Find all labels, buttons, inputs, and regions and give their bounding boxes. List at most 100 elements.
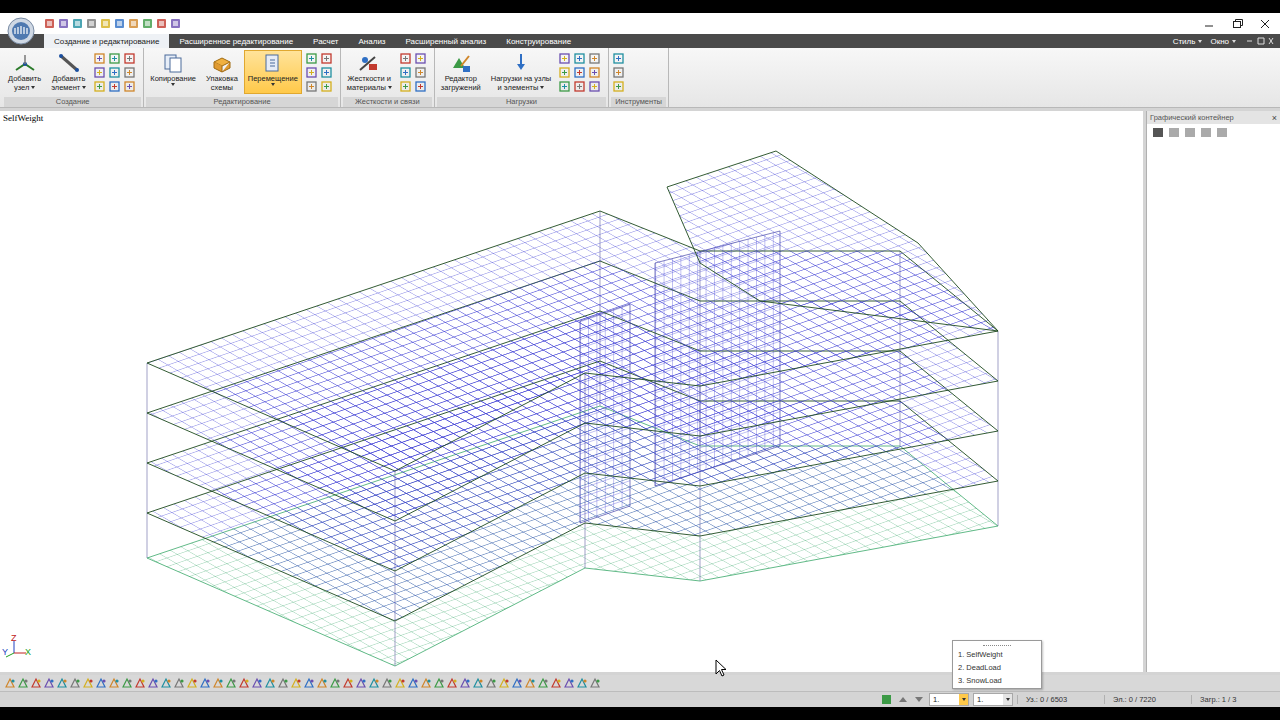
ribbon-tab[interactable]: Анализ xyxy=(349,34,396,48)
view-tool-icon[interactable] xyxy=(147,677,160,689)
load-case-item[interactable]: 2. DeadLoad xyxy=(953,661,1041,674)
view-tool-icon[interactable] xyxy=(394,677,407,689)
structural-model[interactable]: ZYX xyxy=(0,111,1143,672)
quick-action-icon[interactable] xyxy=(100,18,111,29)
view-tool-icon[interactable] xyxy=(316,677,329,689)
tool-icon[interactable] xyxy=(109,67,122,78)
quick-action-icon[interactable] xyxy=(72,18,83,29)
view-tool-icon[interactable] xyxy=(95,677,108,689)
view-tool-icon[interactable] xyxy=(82,677,95,689)
view-tool-icon[interactable] xyxy=(342,677,355,689)
tool-icon[interactable] xyxy=(321,67,334,78)
container-tool-icon[interactable] xyxy=(1184,127,1197,138)
restore-icon[interactable] xyxy=(1230,18,1244,30)
quick-action-icon[interactable] xyxy=(86,18,97,29)
close-button[interactable]: × xyxy=(1272,113,1277,123)
view-tool-icon[interactable] xyxy=(238,677,251,689)
view-tool-icon[interactable] xyxy=(550,677,563,689)
view-tool-icon[interactable] xyxy=(329,677,342,689)
view-tool-icon[interactable] xyxy=(186,677,199,689)
view-tool-icon[interactable] xyxy=(4,677,17,689)
tool-icon[interactable] xyxy=(124,81,137,92)
tool-icon[interactable] xyxy=(306,53,319,64)
ribbon-button[interactable]: Копирование xyxy=(146,50,200,94)
ribbon-button[interactable]: Редакторзагружений xyxy=(437,50,485,94)
load-case-item[interactable]: 3. SnowLoad xyxy=(953,674,1041,687)
tool-icon[interactable] xyxy=(613,67,626,78)
view-tool-icon[interactable] xyxy=(485,677,498,689)
view-tool-icon[interactable] xyxy=(446,677,459,689)
view-tool-icon[interactable] xyxy=(498,677,511,689)
style-menu[interactable]: Стиль xyxy=(1173,37,1203,46)
view-tool-icon[interactable] xyxy=(576,677,589,689)
view-tool-icon[interactable] xyxy=(563,677,576,689)
tool-icon[interactable] xyxy=(400,53,413,64)
quick-action-icon[interactable] xyxy=(156,18,167,29)
tool-icon[interactable] xyxy=(109,53,122,64)
container-tool-icon[interactable] xyxy=(1200,127,1213,138)
view-tool-icon[interactable] xyxy=(420,677,433,689)
view-tool-icon[interactable] xyxy=(212,677,225,689)
tool-icon[interactable] xyxy=(109,81,122,92)
tool-icon[interactable] xyxy=(415,67,428,78)
view-tool-icon[interactable] xyxy=(173,677,186,689)
ribbon-button[interactable]: Упаковкасхемы xyxy=(202,50,242,94)
quick-action-icon[interactable] xyxy=(114,18,125,29)
tool-icon[interactable] xyxy=(589,67,602,78)
roof-slab[interactable] xyxy=(667,151,998,331)
quick-action-icon[interactable] xyxy=(142,18,153,29)
tool-icon[interactable] xyxy=(94,81,107,92)
ribbon-button[interactable]: Нагрузки на узлыи элементы xyxy=(487,50,555,94)
tool-icon[interactable] xyxy=(306,81,319,92)
view-tool-icon[interactable] xyxy=(43,677,56,689)
view-tool-icon[interactable] xyxy=(134,677,147,689)
view-tool-icon[interactable] xyxy=(251,677,264,689)
up-icon[interactable] xyxy=(897,694,909,705)
tool-icon[interactable] xyxy=(574,53,587,64)
view-tool-icon[interactable] xyxy=(407,677,420,689)
ribbon-tab[interactable]: Расчет xyxy=(303,34,348,48)
view-tool-icon[interactable] xyxy=(355,677,368,689)
view-tool-icon[interactable] xyxy=(524,677,537,689)
load-case-combo[interactable]: 1. xyxy=(929,693,969,706)
down-icon[interactable] xyxy=(913,694,925,705)
menu-grip[interactable] xyxy=(983,641,1011,646)
view-tool-icon[interactable] xyxy=(381,677,394,689)
ribbon-tab[interactable]: Расширенный анализ xyxy=(396,34,497,48)
tool-icon[interactable] xyxy=(559,81,572,92)
app-logo-icon[interactable] xyxy=(6,16,36,46)
tool-icon[interactable] xyxy=(559,53,572,64)
view-tool-icon[interactable] xyxy=(589,677,602,689)
style-menu[interactable]: Окно xyxy=(1210,37,1236,46)
tool-icon[interactable] xyxy=(613,53,626,64)
view-tool-icon[interactable] xyxy=(290,677,303,689)
view-tool-icon[interactable] xyxy=(433,677,446,689)
load-case-item[interactable]: 1. SelfWeight xyxy=(953,648,1041,661)
view-tool-icon[interactable] xyxy=(303,677,316,689)
ribbon-tab[interactable]: Расширенное редактирование xyxy=(169,34,303,48)
load-case-icon[interactable] xyxy=(881,694,893,705)
ribbon-button[interactable]: Жесткости иматериалы xyxy=(343,50,396,94)
view-tool-icon[interactable] xyxy=(56,677,69,689)
tool-icon[interactable] xyxy=(559,67,572,78)
ribbon-button[interactable]: Добавитьэлемент xyxy=(47,50,90,94)
tool-icon[interactable] xyxy=(574,81,587,92)
quick-action-icon[interactable] xyxy=(58,18,69,29)
ribbon-tab[interactable]: Создание и редактирование xyxy=(44,34,169,48)
container-tool-icon[interactable] xyxy=(1152,127,1165,138)
ribbon-tab[interactable]: Конструирование xyxy=(496,34,581,48)
tool-icon[interactable] xyxy=(400,81,413,92)
view-tool-icon[interactable] xyxy=(537,677,550,689)
close-icon[interactable] xyxy=(1258,18,1272,30)
tool-icon[interactable] xyxy=(589,53,602,64)
tool-icon[interactable] xyxy=(415,53,428,64)
view-tool-icon[interactable] xyxy=(264,677,277,689)
tool-icon[interactable] xyxy=(124,67,137,78)
view-tool-icon[interactable] xyxy=(17,677,30,689)
view-tool-icon[interactable] xyxy=(30,677,43,689)
quick-action-icon[interactable] xyxy=(128,18,139,29)
view-tool-icon[interactable] xyxy=(472,677,485,689)
tool-icon[interactable] xyxy=(94,67,107,78)
model-viewport[interactable]: ZYXSelfWeight xyxy=(0,111,1143,672)
view-tool-icon[interactable] xyxy=(108,677,121,689)
